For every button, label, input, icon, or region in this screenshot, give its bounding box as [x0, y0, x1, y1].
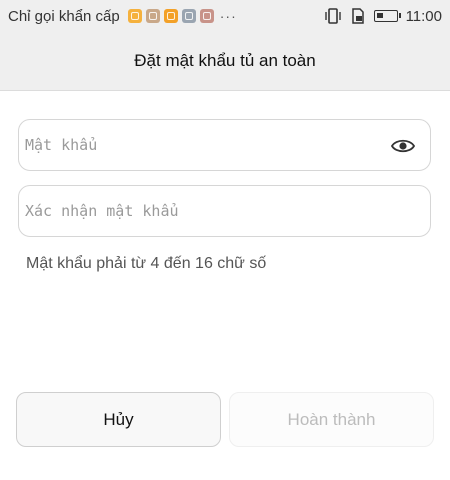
gallery-icon: [181, 9, 196, 23]
vibrate-icon: [324, 8, 341, 24]
cancel-button[interactable]: Hủy: [16, 392, 221, 447]
done-button[interactable]: Hoàn thành: [229, 392, 434, 447]
password-hint: Mật khẩu phải từ 4 đến 16 chữ số: [26, 255, 267, 272]
app-icon: [145, 9, 160, 23]
more-notifications: ···: [219, 8, 237, 24]
carrier-label: Chỉ gọi khẩn cấp: [8, 7, 120, 25]
avatar-icon: [199, 9, 214, 23]
show-password-icon[interactable]: [390, 134, 416, 158]
clock: 11:00: [405, 7, 442, 25]
notes-icon: [163, 9, 178, 23]
keyboard-icon: [127, 9, 142, 23]
title-bar: Đặt mật khẩu tủ an toàn: [0, 32, 450, 91]
password-input[interactable]: [25, 120, 385, 170]
status-left: Chỉ gọi khẩn cấp ···: [8, 8, 237, 25]
confirm-password-field[interactable]: [18, 185, 431, 237]
status-bar: Chỉ gọi khẩn cấp ··· 11:00: [0, 0, 450, 32]
battery-icon: [373, 10, 401, 22]
page-title: Đặt mật khẩu tủ an toàn: [134, 51, 316, 70]
status-right: 11:00: [324, 8, 442, 25]
sim-icon: [351, 8, 364, 24]
confirm-password-input[interactable]: [25, 186, 385, 236]
password-field[interactable]: [18, 119, 431, 171]
